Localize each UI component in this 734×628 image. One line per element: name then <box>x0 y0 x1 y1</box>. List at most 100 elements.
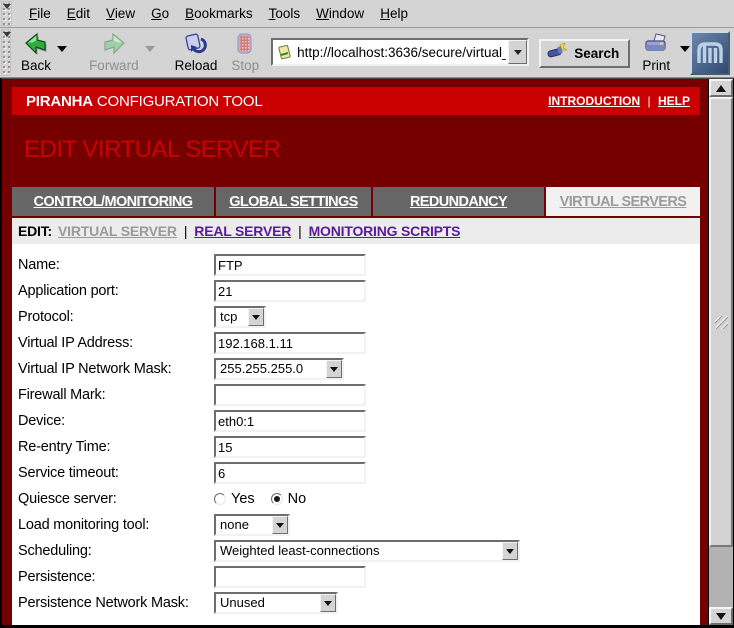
chevron-down-icon[interactable] <box>502 542 518 560</box>
application-port-input[interactable] <box>214 280 366 302</box>
persistence-network-mask-selected-value: Unused <box>216 594 320 612</box>
menu-file[interactable]: File <box>22 2 58 25</box>
toolbar-grippy[interactable] <box>1 29 11 76</box>
menu-window[interactable]: Window <box>309 2 371 25</box>
edit-subnav: EDIT: VIRTUAL SERVER | REAL SERVER | MONITOR… <box>12 218 700 244</box>
form-row-persistence-network-mask: Persistence Network Mask:Unused <box>18 590 700 616</box>
forward-dropdown-arrow-icon[interactable] <box>145 46 155 52</box>
virtual-ip-address-input[interactable] <box>214 332 366 354</box>
quiesce-server-radio-no[interactable] <box>271 493 283 505</box>
form-row-firewall-mark: Firewall Mark: <box>18 382 700 408</box>
scheduling-select[interactable]: Weighted least-connections <box>214 540 520 562</box>
subnav-virtual-server-link[interactable]: VIRTUAL SERVER <box>58 223 177 239</box>
device-label: Device: <box>18 413 214 429</box>
protocol-select[interactable]: tcp <box>214 306 266 328</box>
tab-virtual-servers[interactable]: VIRTUAL SERVERS <box>546 187 700 216</box>
firewall-mark-input[interactable] <box>214 384 366 406</box>
form-row-virtual-ip-address: Virtual IP Address: <box>18 330 700 356</box>
re-entry-time-label: Re-entry Time: <box>18 439 214 455</box>
up-arrow-icon <box>716 85 726 92</box>
vertical-scrollbar[interactable] <box>709 79 733 625</box>
tab-control-monitoring[interactable]: CONTROL/MONITORING <box>12 187 214 216</box>
forward-button[interactable]: Forward <box>89 28 139 73</box>
scrollbar-thumb[interactable] <box>709 97 733 547</box>
form-row-service-timeout: Service timeout: <box>18 460 700 486</box>
quiesce-server-option-no: No <box>271 491 307 507</box>
menu-edit[interactable]: Edit <box>60 2 97 25</box>
name-input[interactable] <box>214 254 366 276</box>
introduction-link[interactable]: INTRODUCTION <box>548 94 640 108</box>
print-icon <box>642 32 670 58</box>
load-monitoring-tool-select[interactable]: none <box>214 514 290 536</box>
scheduling-selected-value: Weighted least-connections <box>216 542 502 560</box>
menu-items: FileEditViewGoBookmarksToolsWindowHelp <box>14 2 415 25</box>
help-link[interactable]: HELP <box>658 94 690 108</box>
name-label: Name: <box>18 257 214 273</box>
chevron-down-icon[interactable] <box>320 594 336 612</box>
load-monitoring-tool-selected-value: none <box>216 516 272 534</box>
chevron-down-icon[interactable] <box>326 360 342 378</box>
subnav-links: VIRTUAL SERVER | REAL SERVER | MONITORING SC… <box>58 223 460 239</box>
subnav-monitoring-scripts-link[interactable]: MONITORING SCRIPTS <box>309 223 461 239</box>
form-row-protocol: Protocol:tcp <box>18 304 700 330</box>
form-row-virtual-ip-network-mask: Virtual IP Network Mask:255.255.255.0 <box>18 356 700 382</box>
menubar-grippy[interactable] <box>1 1 12 26</box>
menu-view[interactable]: View <box>99 2 142 25</box>
menu-go[interactable]: Go <box>144 2 176 25</box>
service-timeout-input[interactable] <box>214 462 366 484</box>
menu-help[interactable]: Help <box>373 2 415 25</box>
banner-links: INTRODUCTION | HELP <box>548 94 690 108</box>
quiesce-server-radio-label-yes: Yes <box>231 491 255 507</box>
firewall-mark-label: Firewall Mark: <box>18 387 214 403</box>
subnav-separator: | <box>184 223 187 239</box>
menu-bookmarks[interactable]: Bookmarks <box>178 2 260 25</box>
subnav-real-server-link[interactable]: REAL SERVER <box>194 223 291 239</box>
menu-bar: FileEditViewGoBookmarksToolsWindowHelp <box>0 0 734 28</box>
persistence-network-mask-select[interactable]: Unused <box>214 592 338 614</box>
form-row-load-monitoring-tool: Load monitoring tool:none <box>18 512 700 538</box>
navigation-toolbar: Back Forward Reload <box>0 28 734 78</box>
url-bar <box>271 38 529 66</box>
scheduling-label: Scheduling: <box>18 543 214 559</box>
print-dropdown-arrow-icon[interactable] <box>680 46 690 52</box>
print-button[interactable]: Print <box>642 28 670 73</box>
search-icon <box>547 43 569 64</box>
virtual-ip-network-mask-selected-value: 255.255.255.0 <box>216 360 326 378</box>
quiesce-server-radio-yes[interactable] <box>214 493 226 505</box>
scrollbar-track[interactable] <box>709 97 733 607</box>
tab-global-settings[interactable]: GLOBAL SETTINGS <box>216 187 371 216</box>
chevron-down-icon[interactable] <box>272 516 288 534</box>
device-input[interactable] <box>214 410 366 432</box>
persistence-network-mask-label: Persistence Network Mask: <box>18 595 214 611</box>
back-label: Back <box>21 58 51 73</box>
virtual-ip-address-label: Virtual IP Address: <box>18 335 214 351</box>
tab-redundancy[interactable]: REDUNDANCY <box>373 187 544 216</box>
chevron-down-icon[interactable] <box>248 308 264 326</box>
menu-tools[interactable]: Tools <box>262 2 308 25</box>
scroll-down-button[interactable] <box>709 607 733 625</box>
scroll-up-button[interactable] <box>709 79 733 97</box>
virtual-ip-network-mask-select[interactable]: 255.255.255.0 <box>214 358 344 380</box>
mozilla-logo-button[interactable] <box>690 31 730 75</box>
stop-button[interactable]: Stop <box>231 28 259 73</box>
subnav-prefix: EDIT: <box>18 223 52 239</box>
banner-link-separator: | <box>648 94 651 108</box>
form-row-device: Device: <box>18 408 700 434</box>
persistence-input[interactable] <box>214 566 366 588</box>
load-monitoring-tool-label: Load monitoring tool: <box>18 517 214 533</box>
re-entry-time-input[interactable] <box>214 436 366 458</box>
back-icon <box>23 32 49 58</box>
application-port-label: Application port: <box>18 283 214 299</box>
url-dropdown-button[interactable] <box>508 40 527 64</box>
back-button[interactable]: Back <box>21 28 51 73</box>
bookmark-icon[interactable] <box>273 40 297 64</box>
reload-button[interactable]: Reload <box>175 28 218 73</box>
back-dropdown-arrow-icon[interactable] <box>57 46 67 52</box>
piranha-page: PIRANHA CONFIGURATION TOOL INTRODUCTION … <box>2 79 708 625</box>
form-row-application-port: Application port: <box>18 278 700 304</box>
subnav-separator: | <box>298 223 301 239</box>
search-button[interactable]: Search <box>539 39 630 68</box>
search-label: Search <box>574 46 619 61</box>
url-input[interactable] <box>297 40 508 64</box>
browser-content: PIRANHA CONFIGURATION TOOL INTRODUCTION … <box>0 78 734 628</box>
